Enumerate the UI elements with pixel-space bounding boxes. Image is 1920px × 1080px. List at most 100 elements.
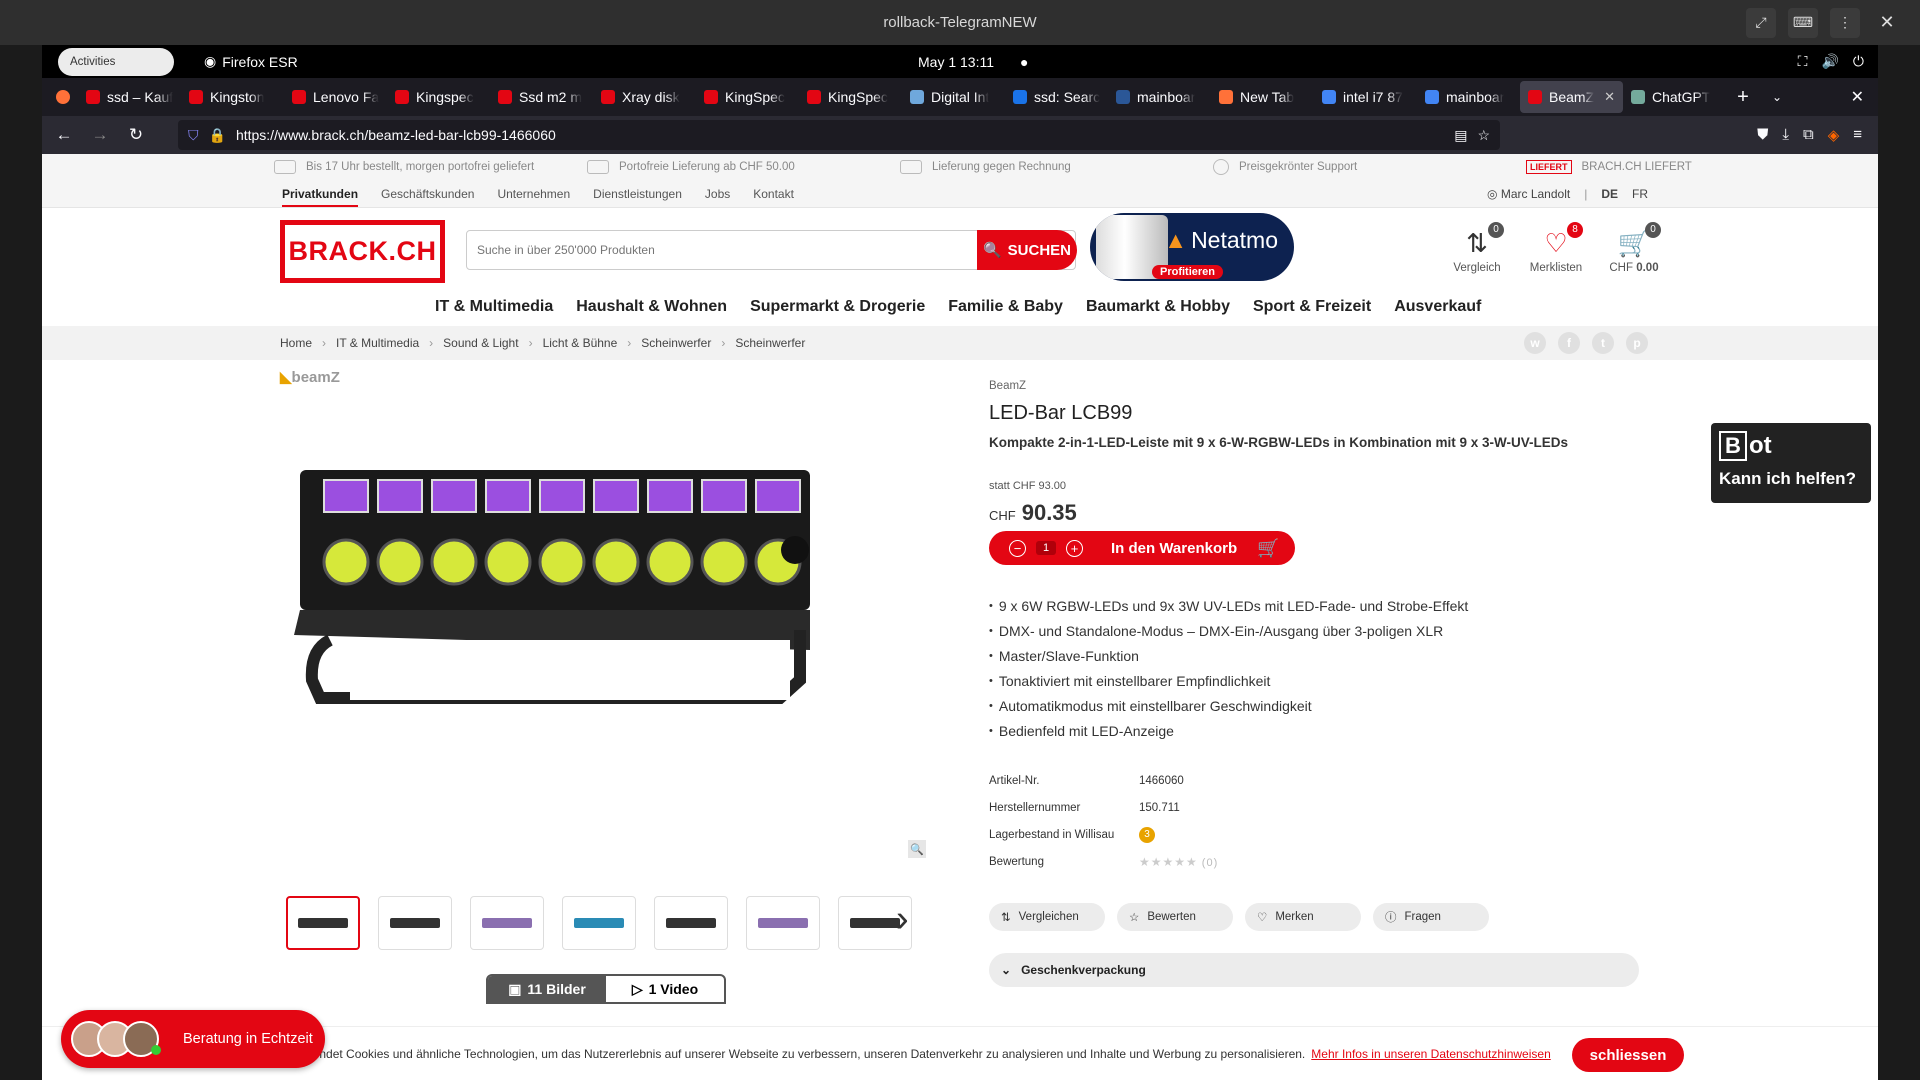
pocket-icon[interactable]: ⛊ [1757, 126, 1768, 144]
pinterest-icon[interactable]: p [1626, 332, 1648, 354]
search-input[interactable] [467, 232, 977, 268]
breadcrumb-link[interactable]: Scheinwerfer [735, 336, 805, 350]
live-chat-button[interactable]: Beratung in Echtzeit [61, 1010, 325, 1068]
add-to-cart-button[interactable]: − 1 + In den Warenkorb 🛒 [989, 531, 1295, 565]
product-thumbnail[interactable] [746, 896, 820, 950]
search-button[interactable]: 🔍 SUCHEN [977, 230, 1077, 270]
list-tabs-icon[interactable]: ⌄ [1760, 90, 1794, 104]
user-account[interactable]: ◎ Marc Landolt [1487, 187, 1570, 201]
close-icon[interactable]: ✕ [1872, 8, 1902, 38]
keyboard-icon[interactable]: ⌨ [1788, 7, 1818, 38]
chevron-right-icon[interactable]: › [896, 898, 909, 941]
rating-stars[interactable]: ★★★★★ (0) [1139, 855, 1218, 869]
browser-tab[interactable]: New Tab [1211, 81, 1314, 113]
category-link[interactable]: Supermarkt & Drogerie [750, 298, 925, 316]
rate-button[interactable]: ☆ Bewerten [1117, 903, 1233, 931]
browser-tab[interactable]: Kingspec [387, 81, 490, 113]
download-icon[interactable]: ⤓ [1782, 126, 1789, 144]
browser-tab[interactable]: ssd – Kauf [78, 81, 181, 113]
url-bar[interactable]: ⛉ 🔒 https://www.brack.ch/beamz-led-bar-l… [178, 120, 1500, 150]
browser-tab[interactable]: Digital Int [902, 81, 1005, 113]
category-link[interactable]: Familie & Baby [948, 298, 1063, 316]
lang-fr[interactable]: FR [1632, 187, 1648, 201]
plus-icon[interactable]: + [1066, 539, 1083, 557]
category-link[interactable]: Baumarkt & Hobby [1086, 298, 1230, 316]
compare-button[interactable]: ⇅ Vergleichen [989, 903, 1105, 931]
breadcrumb-link[interactable]: Home [280, 336, 312, 350]
ask-button[interactable]: ⓘ Fragen [1373, 903, 1489, 931]
reload-icon[interactable]: ↻ [124, 125, 148, 145]
brand-logo[interactable]: ◣beamZ [280, 368, 340, 386]
product-thumbnail[interactable] [470, 896, 544, 950]
tab-video[interactable]: ▷ 1 Video [606, 976, 724, 1002]
browser-tab[interactable]: Lenovo Fa [284, 81, 387, 113]
activities-button[interactable]: Activities [58, 47, 174, 76]
product-thumbnail[interactable] [286, 896, 360, 950]
stock-badge[interactable]: 3 [1139, 826, 1155, 843]
close-window-icon[interactable]: ✕ [1851, 78, 1864, 116]
browser-tab[interactable]: KingSpec [799, 81, 902, 113]
category-link[interactable]: IT & Multimedia [435, 298, 553, 316]
browser-tab[interactable]: mainboar [1108, 81, 1211, 113]
segment-privatkunden[interactable]: Privatkunden [282, 187, 359, 207]
quantity-input[interactable]: 1 [1036, 541, 1056, 555]
segment-unternehmen[interactable]: Unternehmen [497, 187, 570, 201]
segment-jobs[interactable]: Jobs [705, 187, 730, 201]
cart-link[interactable]: 🛒 0 CHF 0.00 [1603, 222, 1665, 274]
close-cookie-button[interactable]: schliessen [1572, 1038, 1684, 1072]
privacy-link[interactable]: Mehr Infos in unseren Datenschutzhinweis… [1311, 1047, 1550, 1061]
compare-link[interactable]: ⇅ 0 Vergleich [1446, 222, 1508, 274]
breadcrumb-link[interactable]: IT & Multimedia [336, 336, 419, 350]
product-brand[interactable]: BeamZ [989, 380, 1639, 392]
netatmo-promo-banner[interactable]: ▲ Netatmo Profitieren [1090, 213, 1294, 281]
gift-wrap-accordion[interactable]: ⌄ Geschenkverpackung [989, 953, 1639, 987]
system-tray[interactable]: ⛶ 🔊 ⏻ [1798, 45, 1864, 78]
browser-tab[interactable]: Ssd m2 m [490, 81, 593, 113]
browser-tab[interactable]: BeamZ ✕ [1520, 81, 1623, 113]
breadcrumb-link[interactable]: Licht & Bühne [543, 336, 618, 350]
bookmark-star-icon[interactable]: ☆ [1477, 127, 1490, 144]
segment-kontakt[interactable]: Kontakt [753, 187, 794, 201]
facebook-icon[interactable]: f [1558, 332, 1580, 354]
tab-close-icon[interactable]: ✕ [1604, 89, 1615, 105]
hamburger-menu-icon[interactable]: ≡ [1853, 126, 1862, 144]
extensions-icon[interactable]: ⧉ [1803, 126, 1814, 144]
whatsapp-icon[interactable]: w [1524, 332, 1546, 354]
product-thumbnail[interactable] [654, 896, 728, 950]
browser-tab[interactable]: ssd: Searc [1005, 81, 1108, 113]
segment-geschaeftskunden[interactable]: Geschäftskunden [381, 187, 474, 201]
zoom-icon[interactable]: 🔍 [908, 840, 926, 858]
breadcrumb-link[interactable]: Scheinwerfer [641, 336, 711, 350]
product-main-image[interactable] [280, 440, 940, 740]
minus-icon[interactable]: − [1009, 539, 1026, 557]
category-link[interactable]: Haushalt & Wohnen [576, 298, 727, 316]
clock[interactable]: May 1 13:11 ● [918, 45, 1028, 78]
forward-icon[interactable]: → [88, 125, 112, 145]
category-link[interactable]: Ausverkauf [1394, 298, 1481, 316]
browser-tab[interactable]: KingSpec [696, 81, 799, 113]
brack-logo[interactable]: BRACK.CH [280, 220, 445, 283]
browser-tab[interactable]: Xray disk [593, 81, 696, 113]
fullscreen-icon[interactable]: ⤢ [1746, 7, 1776, 38]
twitter-icon[interactable]: t [1592, 332, 1614, 354]
wishlist-link[interactable]: ♡ 8 Merklisten [1525, 222, 1587, 274]
firefox-view-button[interactable] [48, 81, 78, 113]
browser-tab[interactable]: ChatGPT [1623, 81, 1726, 113]
segment-dienstleistungen[interactable]: Dienstleistungen [593, 187, 682, 201]
wishlist-button[interactable]: ♡ Merken [1245, 903, 1361, 931]
chatbot-widget[interactable]: Bot Kann ich helfen? [1711, 423, 1871, 503]
new-tab-icon[interactable]: + [1726, 86, 1760, 109]
browser-tab[interactable]: intel i7 87 [1314, 81, 1417, 113]
category-link[interactable]: Sport & Freizeit [1253, 298, 1371, 316]
browser-tab[interactable]: mainboar [1417, 81, 1520, 113]
reader-view-icon[interactable]: ▤ [1454, 127, 1467, 144]
app-menu[interactable]: ◉ Firefox ESR [204, 53, 298, 70]
browser-tab[interactable]: Kingston [181, 81, 284, 113]
product-thumbnail[interactable] [562, 896, 636, 950]
kebab-menu-icon[interactable]: ⋮ [1830, 7, 1860, 38]
tab-images[interactable]: ▣ 11 Bilder [488, 976, 606, 1002]
back-icon[interactable]: ← [52, 125, 76, 145]
breadcrumb-link[interactable]: Sound & Light [443, 336, 518, 350]
product-thumbnail[interactable] [378, 896, 452, 950]
extension-icon[interactable]: ◈ [1828, 126, 1840, 144]
